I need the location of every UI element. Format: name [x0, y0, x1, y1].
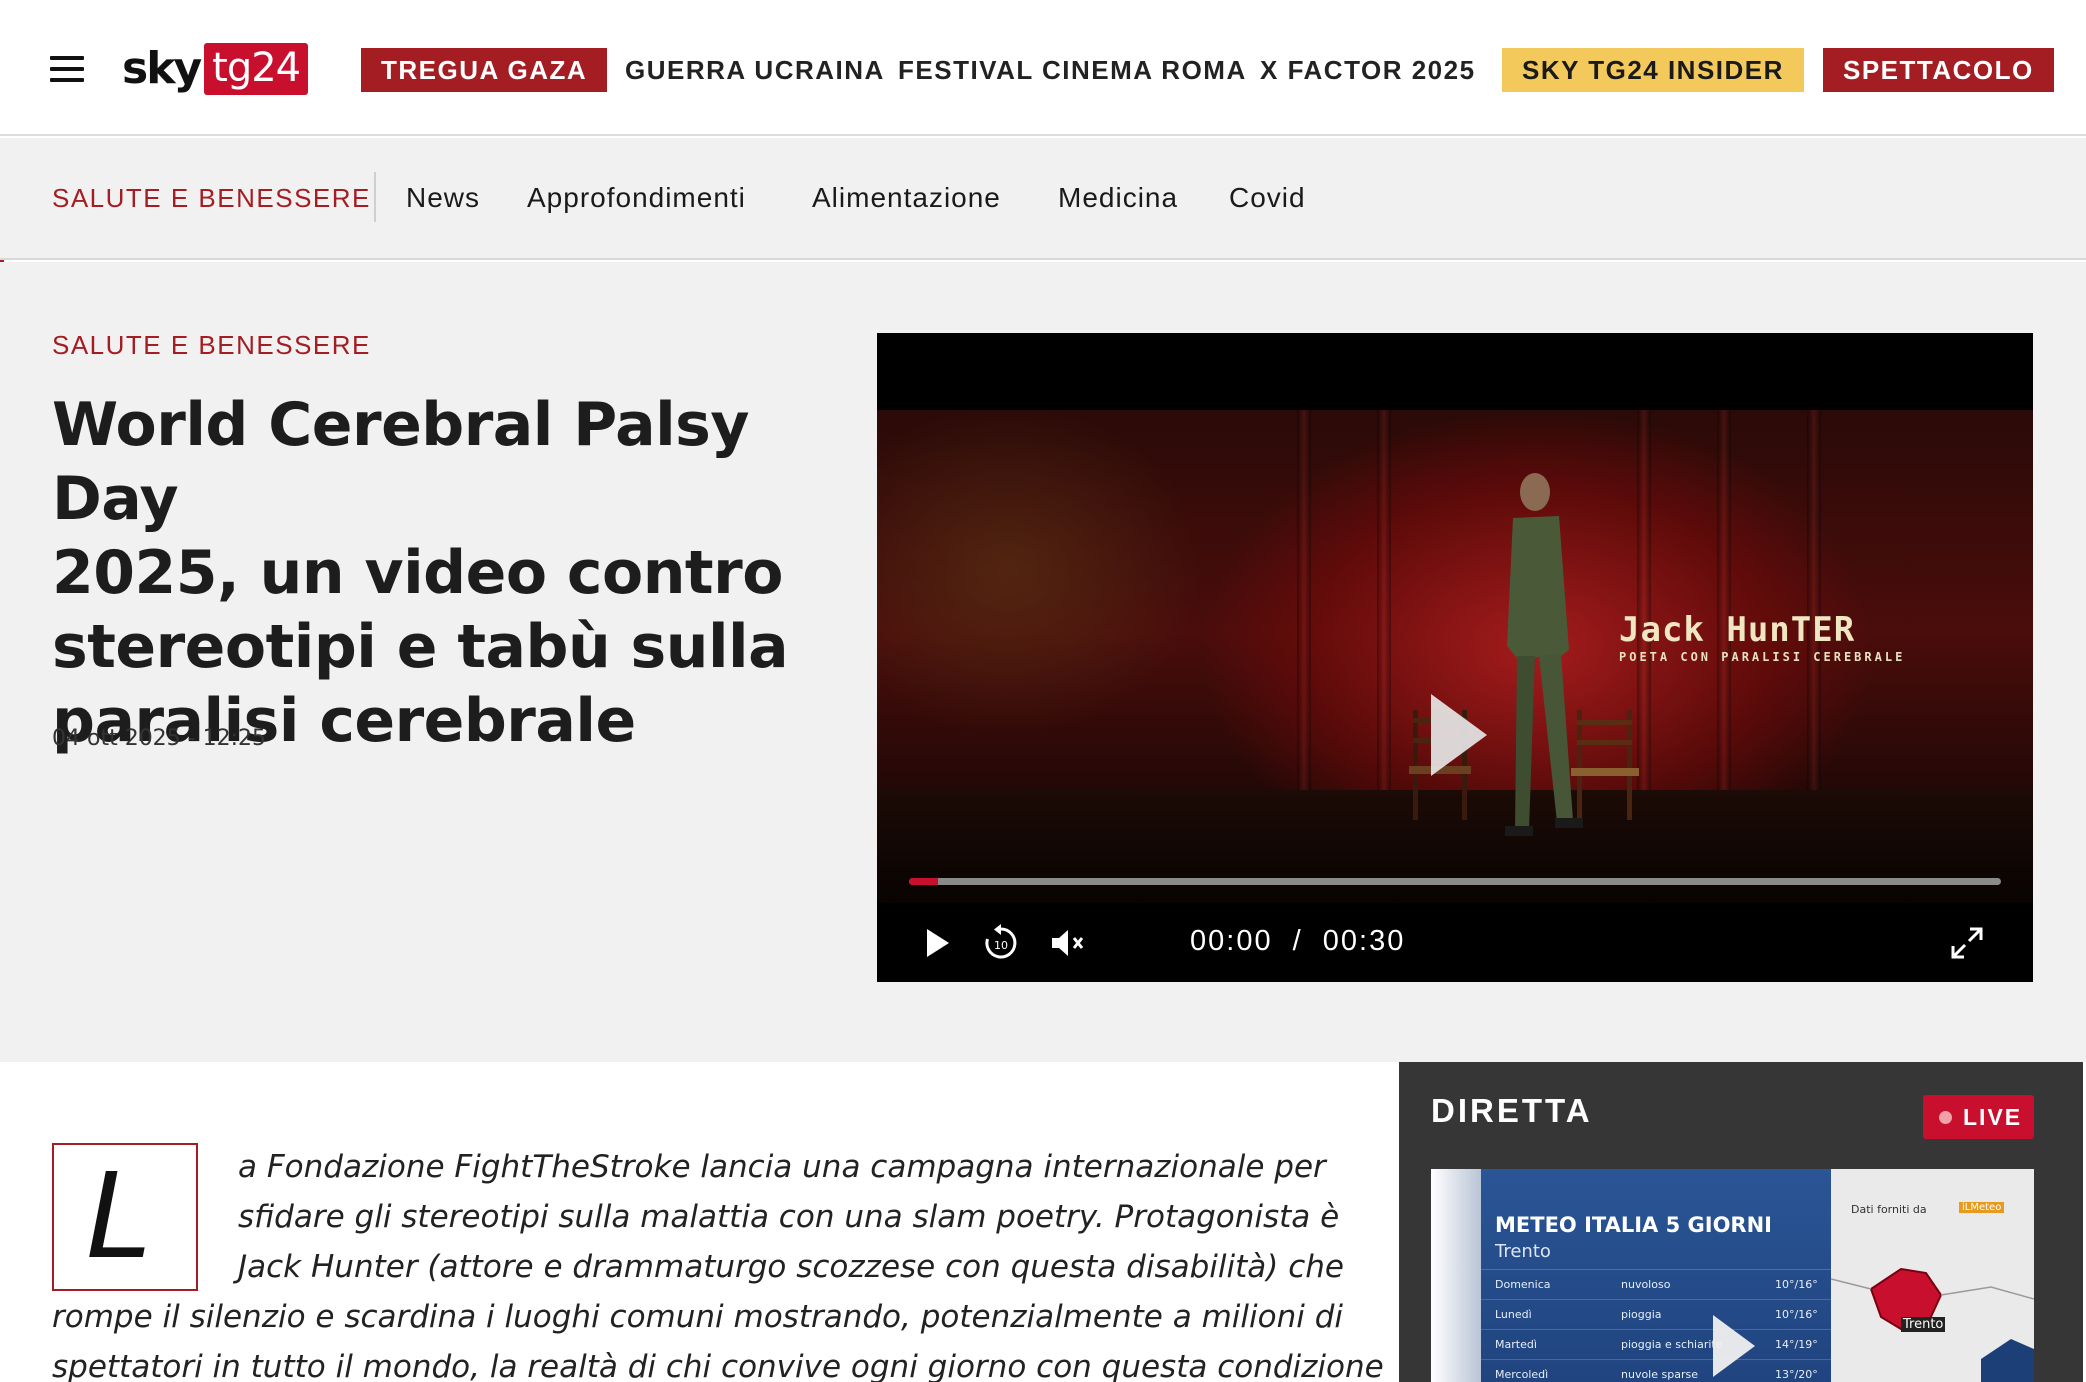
- topnav-x-factor-2025[interactable]: X FACTOR 2025: [1260, 48, 1476, 92]
- top-header: sky tg24 TREGUA GAZA GUERRA UCRAINA FEST…: [0, 0, 2086, 136]
- article-body-line: rompe il silenzio e scardina i luoghi co…: [52, 1299, 1343, 1335]
- time-separator: /: [1292, 925, 1303, 957]
- weather-row: Mercoledì nuvole sparse 13°/20°: [1481, 1359, 1831, 1382]
- sky-tg24-logo[interactable]: sky tg24: [122, 43, 309, 95]
- section-nav: SALUTE E BENESSERE News Approfondimenti …: [0, 138, 2086, 260]
- article-section-link[interactable]: SALUTE E BENESSERE: [52, 330, 371, 361]
- video-duration: 00:30: [1322, 925, 1406, 957]
- video-current-time: 00:00: [1190, 925, 1273, 957]
- map-credit: Dati forniti da: [1851, 1203, 1927, 1216]
- map-credit-brand: iLMeteo: [1959, 1202, 2005, 1213]
- thumbnail-play-icon[interactable]: [1709, 1311, 1759, 1381]
- video-overlay-name: Jack HunTER: [1619, 610, 1856, 650]
- map-city-label: Trento: [1901, 1317, 1946, 1332]
- topnav-sky-tg24-insider[interactable]: SKY TG24 INSIDER: [1502, 48, 1804, 92]
- weather-day: Lunedì: [1495, 1308, 1532, 1321]
- article-title: World Cerebral Palsy Day 2025, un video …: [52, 388, 832, 758]
- fullscreen-icon[interactable]: [1947, 923, 1987, 963]
- weather-cond: nuvole sparse: [1621, 1368, 1698, 1381]
- live-stream-thumbnail[interactable]: METEO ITALIA 5 GIORNI Trento Domenica nu…: [1431, 1169, 2034, 1382]
- weather-map: Dati forniti da iLMeteo Trento: [1830, 1169, 2034, 1382]
- play-icon[interactable]: [917, 923, 957, 963]
- dropcap-box: L: [52, 1143, 198, 1291]
- weather-temp: 10°/16°: [1775, 1308, 1818, 1321]
- subnav-alimentazione[interactable]: Alimentazione: [812, 179, 1001, 217]
- topnav-guerra-ucraina[interactable]: GUERRA UCRAINA: [625, 48, 885, 92]
- weather-cond: pioggia: [1621, 1308, 1662, 1321]
- menu-icon[interactable]: [50, 54, 84, 84]
- title-line: stereotipi e tabù sulla: [52, 612, 789, 682]
- actor-figure: [1505, 473, 1583, 836]
- video-progress-fill: [909, 878, 939, 885]
- subnav-approfondimenti[interactable]: Approfondimenti: [527, 179, 746, 217]
- article-body-line: sfidare gli stereotipi sulla malattia co…: [238, 1199, 1340, 1235]
- weather-cond: nuvoloso: [1621, 1278, 1671, 1291]
- title-line: World Cerebral Palsy Day: [52, 390, 750, 534]
- weather-temp: 13°/20°: [1775, 1368, 1818, 1381]
- topnav-tregua-gaza[interactable]: TREGUA GAZA: [361, 48, 608, 92]
- weather-row: Martedì pioggia e schiarite 14°/19°: [1481, 1329, 1831, 1359]
- subnav-medicina[interactable]: Medicina: [1058, 179, 1178, 217]
- subnav-covid[interactable]: Covid: [1229, 179, 1306, 217]
- weather-temp: 14°/19°: [1775, 1338, 1818, 1351]
- title-line: 2025, un video contro: [52, 538, 783, 608]
- weather-day: Mercoledì: [1495, 1368, 1549, 1381]
- article-body-line: Jack Hunter (attore e drammaturgo scozze…: [238, 1249, 1344, 1285]
- video-progress-bar[interactable]: [909, 878, 2001, 885]
- weather-day: Domenica: [1495, 1278, 1551, 1291]
- map-shape: [1830, 1267, 2034, 1382]
- section-title-link[interactable]: SALUTE E BENESSERE: [52, 179, 371, 217]
- weather-temp: 10°/16°: [1775, 1278, 1818, 1291]
- thumbnail-edge: [1431, 1169, 1481, 1382]
- article-date: 04 ott 2025 - 12:25: [52, 726, 267, 751]
- logo-sky-text: sky: [122, 43, 202, 94]
- live-badge: LIVE: [1923, 1095, 2034, 1139]
- live-dot-icon: [1939, 1111, 1952, 1124]
- weather-panel: METEO ITALIA 5 GIORNI Trento Domenica nu…: [1481, 1169, 1831, 1382]
- video-frame[interactable]: Jack HunTER POETA CON PARALISI CEREBRALE: [877, 410, 2033, 903]
- video-timecode: 00:00 / 00:30: [1190, 925, 1405, 958]
- diretta-widget: DIRETTA LIVE METEO ITALIA 5 GIORNI Trent…: [1399, 1062, 2083, 1382]
- topnav-spettacolo[interactable]: SPETTACOLO: [1823, 48, 2054, 92]
- weather-row: Domenica nuvoloso 10°/16°: [1481, 1269, 1831, 1299]
- weather-day: Martedì: [1495, 1338, 1537, 1351]
- weather-title: METEO ITALIA 5 GIORNI: [1495, 1213, 1772, 1237]
- topnav-festival-cinema-roma[interactable]: FESTIVAL CINEMA ROMA: [898, 48, 1247, 92]
- weather-cond: pioggia e schiarite: [1621, 1338, 1723, 1351]
- article-body-line: a Fondazione FightTheStroke lancia una c…: [238, 1149, 1326, 1185]
- weather-city: Trento: [1495, 1241, 1551, 1262]
- article-body-line: spettatori in tutto il mondo, la realtà …: [52, 1349, 1384, 1382]
- dropcap-letter: L: [86, 1147, 152, 1285]
- video-controls: 10 00:00 / 00:30: [877, 903, 2033, 982]
- replay-10-icon[interactable]: 10: [981, 923, 1021, 963]
- weather-row: Lunedì pioggia 10°/16°: [1481, 1299, 1831, 1329]
- video-overlay-subtitle: POETA CON PARALISI CEREBRALE: [1619, 650, 1906, 664]
- diretta-title: DIRETTA: [1431, 1092, 1593, 1129]
- curtain-fold: [1297, 410, 1311, 830]
- subnav-news[interactable]: News: [406, 179, 480, 217]
- big-play-icon[interactable]: [1427, 690, 1491, 780]
- mute-icon[interactable]: [1047, 923, 1087, 963]
- curtain-fold: [1377, 410, 1391, 830]
- svg-text:10: 10: [994, 939, 1008, 952]
- logo-tg24-text: tg24: [204, 43, 309, 95]
- live-label: LIVE: [1963, 1104, 2023, 1130]
- section-divider: [374, 172, 376, 222]
- video-player[interactable]: Jack HunTER POETA CON PARALISI CEREBRALE…: [877, 333, 2033, 982]
